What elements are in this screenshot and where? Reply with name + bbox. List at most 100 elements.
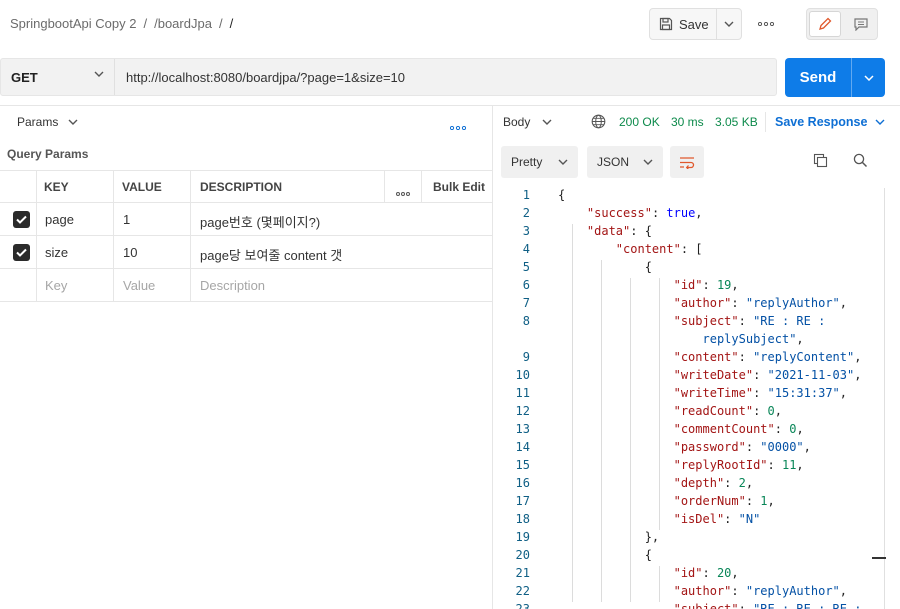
- chevron-down-icon: [643, 159, 653, 165]
- line-number: 4: [522, 242, 530, 256]
- type-select[interactable]: JSON: [587, 146, 663, 178]
- code-line: 2 "success": true,: [493, 206, 873, 224]
- divider: [765, 112, 766, 132]
- chevron-down-icon: [724, 21, 734, 27]
- line-number: 14: [515, 440, 530, 454]
- more-options-button[interactable]: [752, 14, 780, 34]
- line-number: 12: [515, 404, 530, 418]
- scrollbar-thumb[interactable]: [872, 557, 886, 559]
- line-number: 9: [522, 350, 530, 364]
- breadcrumb-collection[interactable]: SpringbootApi Copy 2: [10, 16, 136, 31]
- code-text: "orderNum": 1,: [673, 494, 775, 508]
- line-number: 3: [522, 224, 530, 238]
- more-tabs-button[interactable]: [449, 118, 467, 133]
- line-number: 23: [515, 602, 530, 609]
- line-number: 5: [522, 260, 530, 274]
- indent-guide: [659, 278, 661, 530]
- edit-mode-button[interactable]: [809, 11, 841, 37]
- code-line: 7 "author": "replyAuthor",: [493, 296, 873, 314]
- bulk-edit-button[interactable]: Bulk Edit: [433, 180, 485, 194]
- code-text: "depth": 2,: [673, 476, 754, 490]
- row-checkbox[interactable]: [13, 211, 30, 228]
- code-line: 23 "subject": "RE : RE : RE :: [493, 602, 873, 609]
- code-line: 11 "writeTime": "15:31:37",: [493, 386, 873, 404]
- indent-guide: [630, 278, 632, 602]
- code-line: 13 "commentCount": 0,: [493, 422, 873, 440]
- code-text: "commentCount": 0,: [673, 422, 804, 436]
- response-body-editor[interactable]: 1{2 "success": true, 3 "data": {4 "conten…: [493, 188, 873, 609]
- wrap-lines-button[interactable]: [670, 146, 704, 178]
- code-text: "id": 19,: [673, 278, 739, 292]
- send-button-group: Send: [785, 58, 885, 97]
- header-value: VALUE: [122, 180, 162, 194]
- code-line: 8 "subject": "RE : RE :: [493, 314, 873, 332]
- method-select[interactable]: GET: [1, 59, 115, 95]
- column-divider: [190, 170, 191, 302]
- line-number: 16: [515, 476, 530, 490]
- code-line: 20 {: [493, 548, 873, 566]
- header-description: DESCRIPTION: [200, 180, 283, 194]
- param-value[interactable]: 1: [123, 212, 130, 227]
- row-checkbox[interactable]: [13, 244, 30, 261]
- chevron-down-icon: [94, 71, 104, 77]
- documentation-mode-button[interactable]: [845, 11, 877, 37]
- url-input[interactable]: http://localhost:8080/boardjpa/?page=1&s…: [126, 70, 405, 85]
- line-number: 22: [515, 584, 530, 598]
- send-options-button[interactable]: [852, 74, 885, 81]
- copy-button[interactable]: [813, 153, 828, 171]
- format-label: Pretty: [511, 155, 543, 169]
- chevron-down-icon: [542, 119, 552, 125]
- save-response-label: Save Response: [775, 115, 868, 129]
- code-line: 4 "content": [: [493, 242, 873, 260]
- code-text: "id": 20,: [673, 566, 739, 580]
- scrollbar-track[interactable]: [884, 188, 885, 609]
- column-divider: [113, 170, 114, 302]
- method-label: GET: [11, 69, 38, 85]
- table-header-row: KEY VALUE DESCRIPTION Bulk Edit: [0, 170, 492, 203]
- new-value-input[interactable]: Value: [123, 278, 155, 293]
- tab-params[interactable]: Params: [17, 115, 78, 129]
- tab-params-label: Params: [17, 115, 59, 129]
- code-line: 3 "data": {: [493, 224, 873, 242]
- breadcrumb-separator: /: [143, 16, 148, 31]
- format-select[interactable]: Pretty: [501, 146, 578, 178]
- param-description[interactable]: page번호 (몇페이지?): [200, 212, 320, 231]
- code-text: replySubject",: [702, 332, 804, 346]
- save-response-button[interactable]: Save Response: [775, 115, 885, 129]
- response-size: 3.05 KB: [715, 115, 758, 129]
- wrap-lines-icon: [680, 156, 695, 169]
- tab-body[interactable]: Body: [503, 115, 552, 129]
- more-horizontal-icon: [449, 125, 467, 131]
- tab-body-label: Body: [503, 115, 531, 129]
- code-line: 12 "readCount": 0,: [493, 404, 873, 422]
- save-button[interactable]: Save: [650, 9, 717, 39]
- param-key[interactable]: size: [45, 245, 68, 260]
- type-label: JSON: [597, 155, 630, 169]
- code-text: "writeDate": "2021-11-03",: [673, 368, 862, 382]
- breadcrumb-separator: /: [218, 16, 223, 31]
- column-options-button[interactable]: [396, 184, 410, 199]
- param-description[interactable]: page당 보여줄 content 갯: [200, 245, 342, 264]
- code-line: 1{: [493, 188, 873, 206]
- code-line: 19 },: [493, 530, 873, 548]
- param-key[interactable]: page: [45, 212, 74, 227]
- status-code: 200 OK: [619, 115, 660, 129]
- globe-icon[interactable]: [591, 114, 606, 132]
- table-row-new: Key Value Description: [0, 269, 492, 302]
- param-value[interactable]: 10: [123, 245, 137, 260]
- new-key-input[interactable]: Key: [45, 278, 67, 293]
- breadcrumb-request[interactable]: /: [230, 16, 234, 31]
- search-icon: [853, 153, 868, 168]
- line-number: 15: [515, 458, 530, 472]
- chevron-down-icon: [68, 119, 78, 125]
- line-number: 7: [522, 296, 530, 310]
- send-button[interactable]: Send: [785, 69, 851, 86]
- new-description-input[interactable]: Description: [200, 278, 265, 293]
- line-number: 20: [515, 548, 530, 562]
- search-button[interactable]: [853, 153, 868, 171]
- save-button-label: Save: [679, 16, 709, 32]
- save-options-button[interactable]: [717, 21, 741, 27]
- breadcrumb-folder[interactable]: /boardJpa: [154, 16, 212, 31]
- column-divider: [384, 170, 385, 203]
- chevron-down-icon: [863, 74, 874, 81]
